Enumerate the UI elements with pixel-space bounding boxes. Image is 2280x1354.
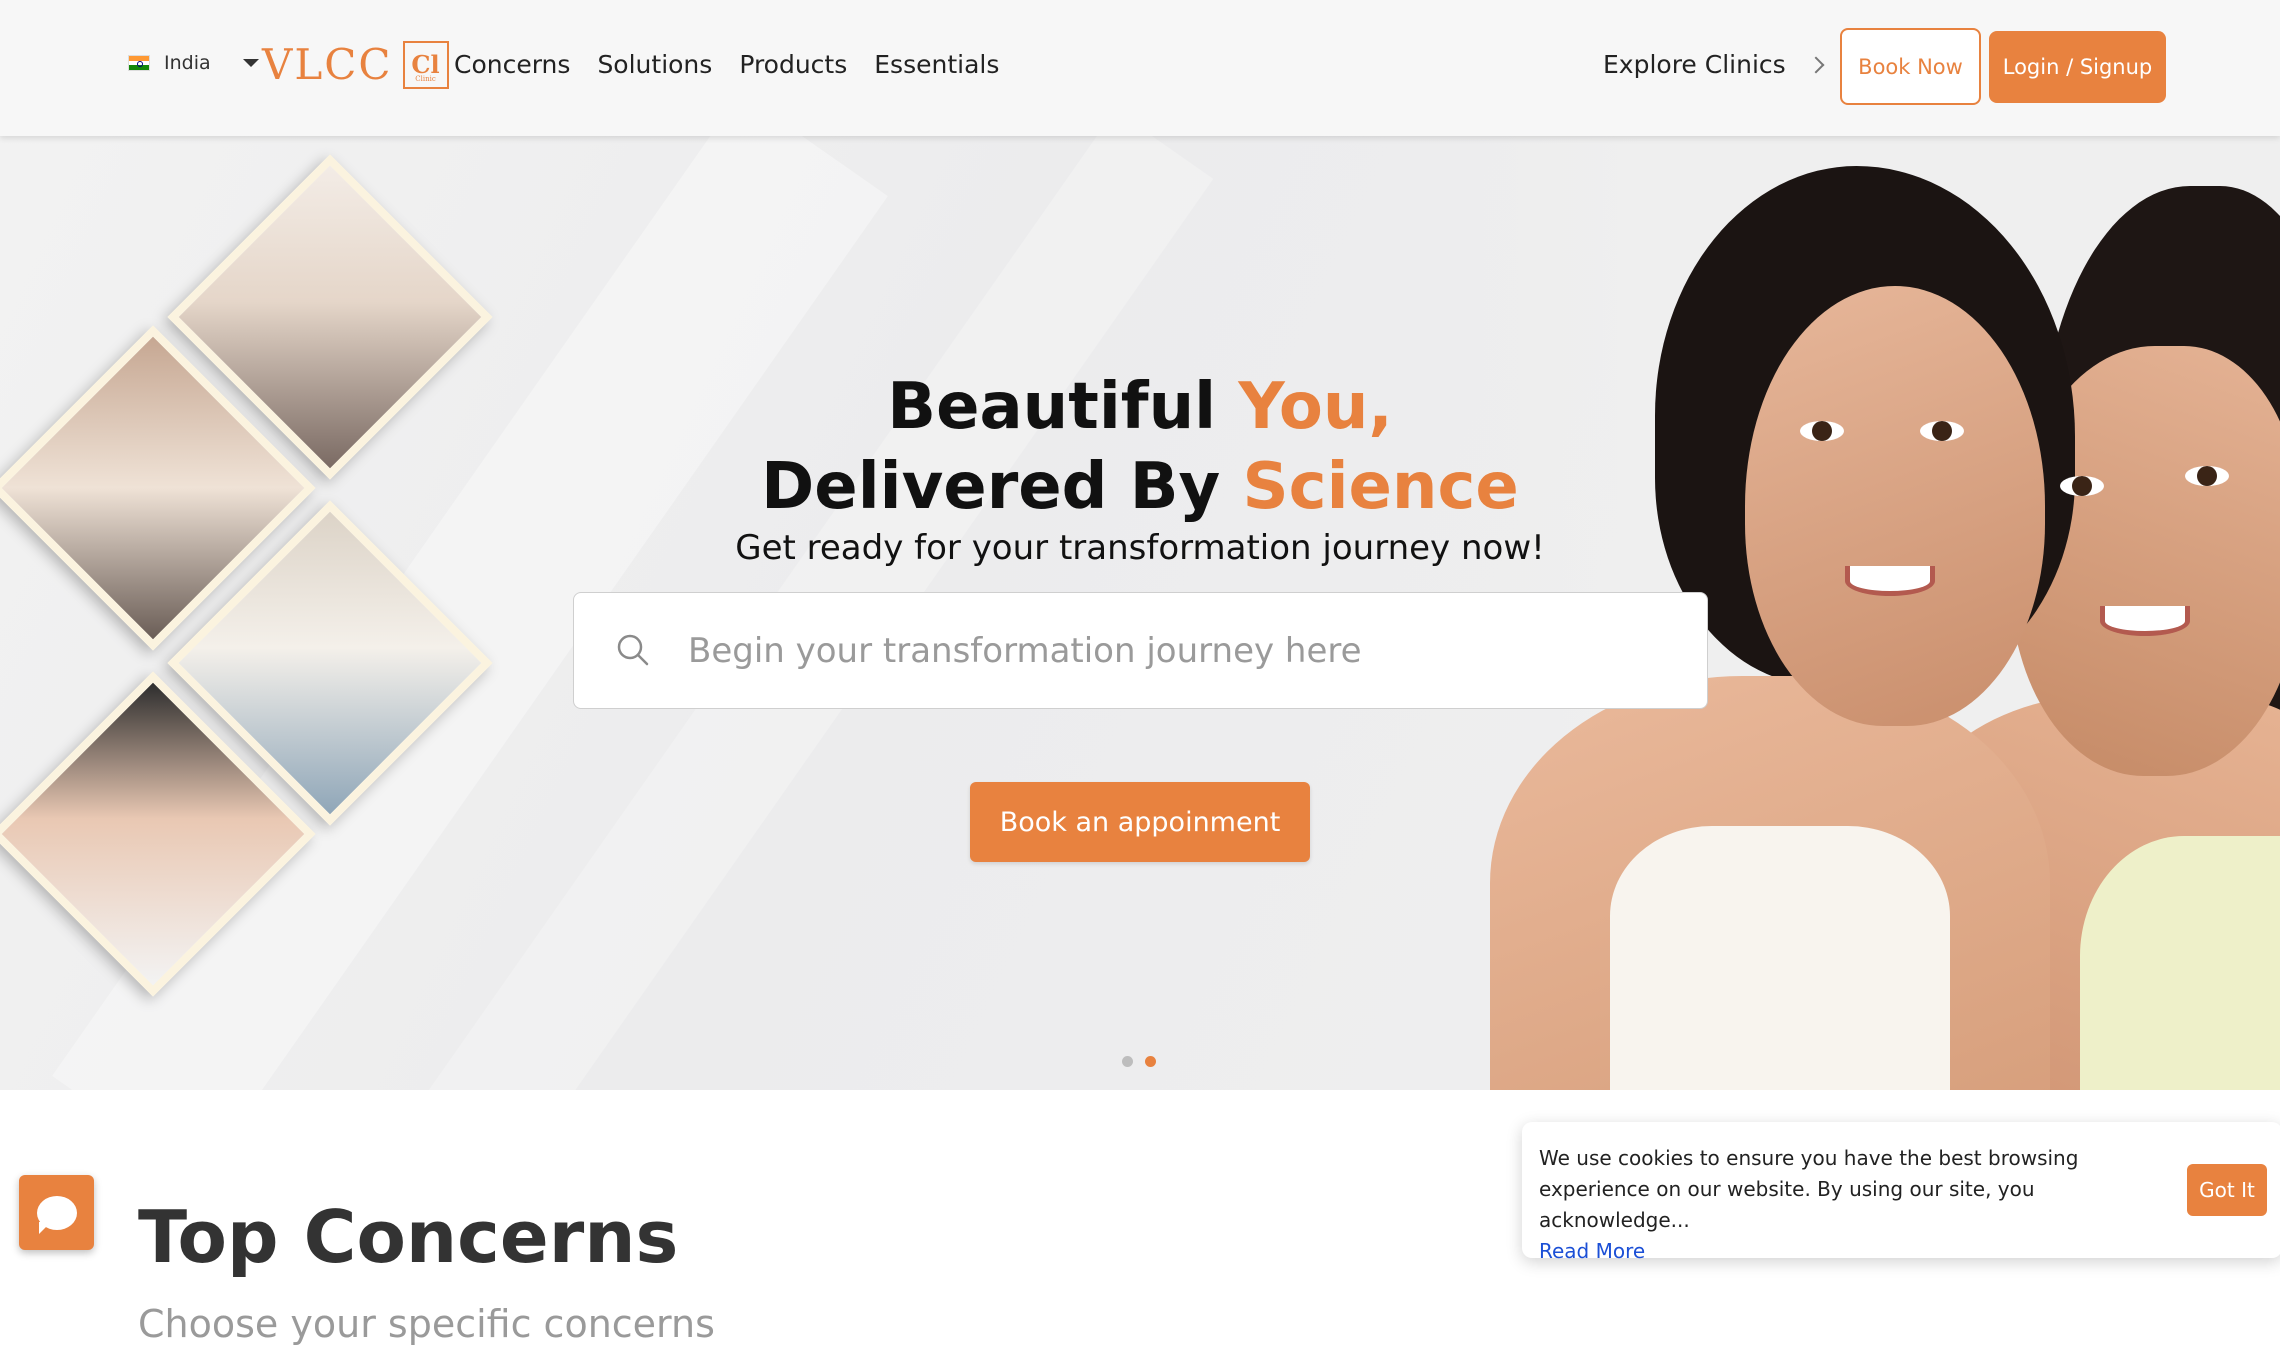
hero-title-accent: Science	[1242, 450, 1519, 524]
carousel-dots	[1122, 1056, 1156, 1067]
india-flag-icon	[128, 55, 150, 71]
logo-badge-sub: Clinic	[415, 74, 436, 83]
hero-title-part: Beautiful	[887, 370, 1239, 444]
hero-banner: Beautiful You, Delivered By Science Get …	[0, 136, 2280, 1090]
caret-down-icon	[242, 59, 259, 67]
menu-item-solutions[interactable]: Solutions	[597, 50, 712, 79]
main-menu: Concerns Solutions Products Essentials	[454, 50, 999, 79]
hero-title-part: Delivered By	[761, 450, 1243, 524]
chat-button[interactable]	[19, 1175, 94, 1250]
cookie-text: We use cookies to ensure you have the be…	[1539, 1146, 2079, 1232]
search-input[interactable]	[688, 623, 1668, 679]
country-selector[interactable]: India	[128, 52, 259, 74]
book-appointment-button[interactable]: Book an appoinment	[970, 782, 1310, 862]
section-subtitle: Choose your specific concerns	[138, 1302, 715, 1346]
navbar: India VLCC Cl Clinic Concerns Solutions …	[0, 0, 2280, 136]
search-icon	[617, 634, 649, 666]
logo[interactable]: VLCC Cl Clinic	[262, 40, 449, 89]
menu-item-essentials[interactable]: Essentials	[874, 50, 999, 79]
chevron-right-icon	[1807, 56, 1825, 73]
logo-text: VLCC	[262, 40, 393, 89]
hero-title: Beautiful You, Delivered By Science	[640, 367, 1640, 527]
hero-title-accent: You,	[1238, 370, 1393, 444]
got-it-button[interactable]: Got It	[2187, 1164, 2267, 1216]
cookie-message: We use cookies to ensure you have the be…	[1539, 1143, 2179, 1267]
book-now-button[interactable]: Book Now	[1840, 28, 1981, 105]
explore-clinics-link[interactable]: Explore Clinics	[1603, 50, 1825, 79]
hero-subtitle: Get ready for your transformation journe…	[735, 528, 1545, 568]
read-more-link[interactable]: Read More	[1539, 1236, 2179, 1267]
explore-clinics-label: Explore Clinics	[1603, 50, 1786, 79]
section-title: Top Concerns	[138, 1195, 679, 1279]
carousel-dot-1[interactable]	[1122, 1056, 1133, 1067]
login-signup-button[interactable]: Login / Signup	[1989, 31, 2166, 103]
cookie-banner: We use cookies to ensure you have the be…	[1522, 1122, 2280, 1263]
chat-icon	[36, 1195, 77, 1234]
carousel-dot-2[interactable]	[1145, 1056, 1156, 1067]
menu-item-products[interactable]: Products	[739, 50, 847, 79]
country-label: India	[164, 52, 211, 74]
logo-badge: Cl Clinic	[402, 40, 449, 89]
search-box[interactable]	[573, 592, 1708, 709]
menu-item-concerns[interactable]: Concerns	[454, 50, 570, 79]
